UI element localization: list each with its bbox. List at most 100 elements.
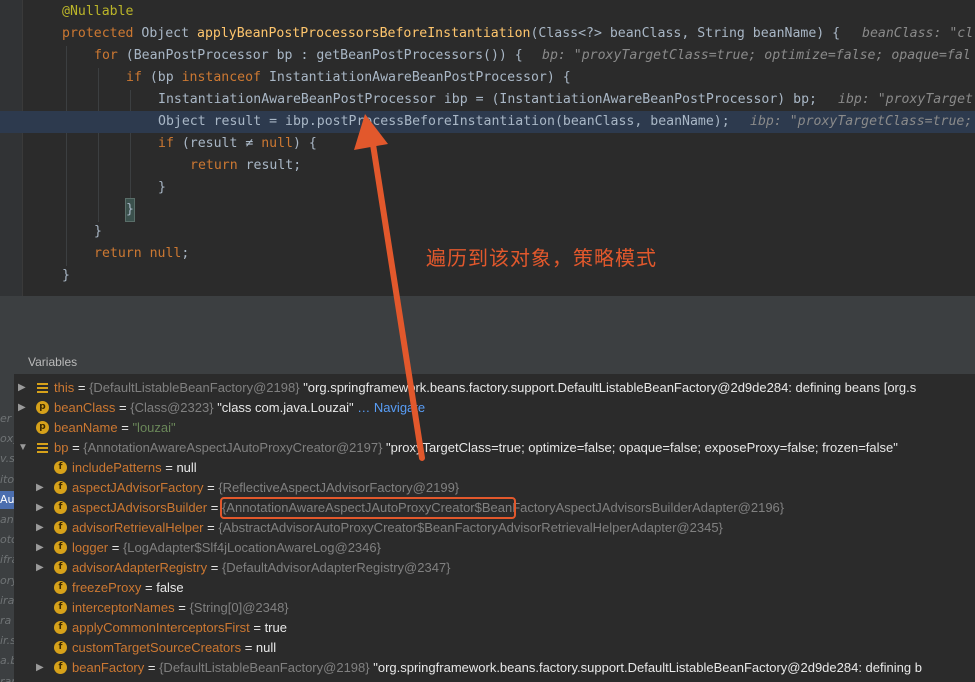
expand-triangle-icon[interactable]: ▶: [36, 558, 48, 578]
code-line-2[interactable]: protected Object applyBeanPostProcessors…: [0, 23, 975, 45]
frame-item[interactable]: a.be: [0, 652, 14, 670]
variable-text: advisorAdapterRegistry = {DefaultAdvisor…: [72, 558, 451, 578]
frame-item[interactable]: v.s: [0, 450, 14, 468]
variable-row-freezeProxy[interactable]: f freezeProxy = false: [36, 578, 975, 598]
frame-item[interactable]: ir.s: [0, 632, 14, 650]
field-icon: f: [54, 661, 67, 674]
variable-row-applyCommonInterceptorsFirst[interactable]: f applyCommonInterceptorsFirst = true: [36, 618, 975, 638]
variable-type: {DefaultAdvisorAdapterRegistry@2347}: [221, 560, 451, 575]
variable-text: customTargetSourceCreators = null: [72, 638, 276, 658]
frame-item[interactable]: ra: [0, 612, 14, 630]
variable-name: this: [54, 380, 75, 395]
code-text: ) {: [293, 136, 317, 151]
panel-splitter[interactable]: [0, 296, 975, 325]
frame-item[interactable]: Au: [0, 490, 14, 509]
variable-row-customTargetSourceCreators[interactable]: f customTargetSourceCreators = null: [36, 638, 975, 658]
expand-triangle-icon[interactable]: ▶: [18, 398, 30, 418]
parameter-icon: p: [36, 401, 49, 414]
frame-item[interactable]: ran: [0, 673, 14, 682]
code-line-3[interactable]: for (BeanPostProcessor bp : getBeanPostP…: [0, 45, 975, 67]
code-text: (Class<?> beanClass, String beanName) {: [530, 26, 841, 41]
variable-type: {LogAdapter$Slf4jLocationAwareLog@2346}: [122, 540, 381, 555]
variable-row-logger[interactable]: ▶ f logger = {LogAdapter$Slf4jLocationAwar…: [36, 538, 975, 558]
expand-triangle-icon[interactable]: ▶: [36, 478, 48, 498]
variable-type: {AbstractAdvisorAutoProxyCreator$BeanFac…: [218, 520, 723, 535]
frame-item[interactable]: ifra: [0, 551, 14, 569]
variable-type: {Class@2323}: [130, 400, 214, 415]
code-line-4[interactable]: if (bp instanceof InstantiationAwareBean…: [0, 67, 975, 89]
keyword: if: [158, 136, 174, 151]
variable-row-beanClass[interactable]: ▶ p beanClass = {Class@2323} "class com.ja…: [18, 398, 975, 418]
variable-row-includePatterns[interactable]: f includePatterns = null: [36, 458, 975, 478]
code-line-8[interactable]: return result;: [0, 155, 975, 177]
variable-text: beanName = "louzai": [54, 418, 176, 438]
frame-item[interactable]: ory: [0, 572, 14, 590]
variable-text: logger = {LogAdapter$Slf4jLocationAwareL…: [72, 538, 381, 558]
code-line-9[interactable]: }: [0, 177, 975, 199]
separator: =: [141, 580, 157, 595]
debug-inline-hint: ibp: "proxyTarget: [838, 92, 973, 107]
return-statement: return result;: [190, 155, 301, 177]
code-text: (BeanPostProcessor bp : getBeanPostProce…: [117, 48, 523, 63]
navigate-link[interactable]: … Navigate: [354, 400, 425, 415]
variable-row-interceptorNames[interactable]: f interceptorNames = {String[0]@2348}: [36, 598, 975, 618]
variable-name: logger: [72, 540, 109, 555]
expand-triangle-icon[interactable]: ▶: [36, 498, 48, 518]
variable-row-advisorAdapterRegistry[interactable]: ▶ f advisorAdapterRegistry = {DefaultAdvis…: [36, 558, 975, 578]
code-line-1[interactable]: @Nullable: [0, 1, 975, 23]
field-icon: f: [54, 621, 67, 634]
frame-item[interactable]: oto: [0, 531, 14, 549]
keyword: null: [261, 136, 293, 151]
code-text: }: [62, 268, 70, 283]
expand-triangle-icon[interactable]: ▶: [18, 378, 30, 398]
code-line-7[interactable]: if (result ≠ null) {: [0, 133, 975, 155]
separator: =: [74, 380, 90, 395]
frame-item[interactable]: ira: [0, 592, 14, 610]
variable-row-beanName[interactable]: p beanName = "louzai": [18, 418, 975, 438]
code-line-10[interactable]: }: [0, 198, 975, 222]
keyword: if: [126, 70, 142, 85]
variable-value: null: [176, 460, 197, 475]
variable-text: applyCommonInterceptorsFirst = true: [72, 618, 287, 638]
expanded-triangle-icon[interactable]: ▼: [18, 438, 30, 458]
separator: =: [68, 440, 84, 455]
code-text: InstantiationAwareBeanPostProcessor) {: [261, 70, 571, 85]
variable-text: this = {DefaultListableBeanFactory@2198}…: [54, 378, 916, 398]
frame-item[interactable]: ito: [0, 471, 14, 489]
variable-row-aspectJAdvisorFactory[interactable]: ▶ f aspectJAdvisorFactory = {ReflectiveAsp…: [36, 478, 975, 498]
variable-row-bp[interactable]: ▼ bp = {AnnotationAwareAspectJAutoProxyCr…: [18, 438, 975, 458]
frame-item[interactable]: an: [0, 511, 14, 529]
code-text: (bp: [141, 70, 182, 85]
keyword: return: [94, 246, 142, 261]
separator: =: [207, 560, 222, 575]
variable-name: customTargetSourceCreators: [72, 640, 242, 655]
variable-type: {DefaultListableBeanFactory@2198}: [159, 660, 370, 675]
separator: =: [144, 660, 160, 675]
frame-item[interactable]: er: [0, 410, 14, 428]
expand-triangle-icon[interactable]: ▶: [36, 538, 48, 558]
method-name: applyBeanPostProcessorsBeforeInstantiati…: [197, 26, 531, 41]
method-signature: protected Object applyBeanPostProcessors…: [62, 23, 840, 45]
if-statement: if (result ≠ null) {: [158, 133, 317, 155]
frame-item[interactable]: oxy: [0, 430, 14, 448]
variable-row-advisorRetrievalHelper[interactable]: ▶ f advisorRetrievalHelper = {AbstractAdvi…: [36, 518, 975, 538]
highlight-box: [220, 497, 516, 519]
keyword: for: [94, 48, 118, 63]
variable-row-beanFactory[interactable]: ▶ f beanFactory = {DefaultListableBeanFact…: [36, 658, 975, 678]
code-line-5[interactable]: InstantiationAwareBeanPostProcessor ibp …: [0, 89, 975, 111]
frames-list-collapsed[interactable]: er oxy v.s itoAu an oto ifra ory ira ra ir.s a.be ra…: [0, 324, 14, 682]
code-line-6-current[interactable]: Object result = ibp.postProcessBeforeIns…: [0, 111, 975, 133]
debug-inline-hint: bp: "proxyTargetClass=true; optimize=fal…: [542, 48, 971, 63]
code-line-11[interactable]: }: [0, 221, 975, 243]
variable-row-this[interactable]: ▶ this = {DefaultListableBeanFactory@2198…: [18, 378, 975, 398]
variable-name: advisorAdapterRegistry: [72, 560, 208, 575]
variable-text: beanFactory = {DefaultListableBeanFactor…: [72, 658, 922, 678]
expand-triangle-icon[interactable]: ▶: [36, 518, 48, 538]
variable-name: beanFactory: [72, 660, 145, 675]
expand-triangle-icon[interactable]: ▶: [36, 658, 48, 678]
variable-value: true: [264, 620, 287, 635]
variable-text: includePatterns = null: [72, 458, 197, 478]
code-text: (result ≠: [173, 136, 262, 151]
debug-inline-hint: ibp: "proxyTargetClass=true;: [750, 114, 973, 129]
field-icon: f: [54, 581, 67, 594]
